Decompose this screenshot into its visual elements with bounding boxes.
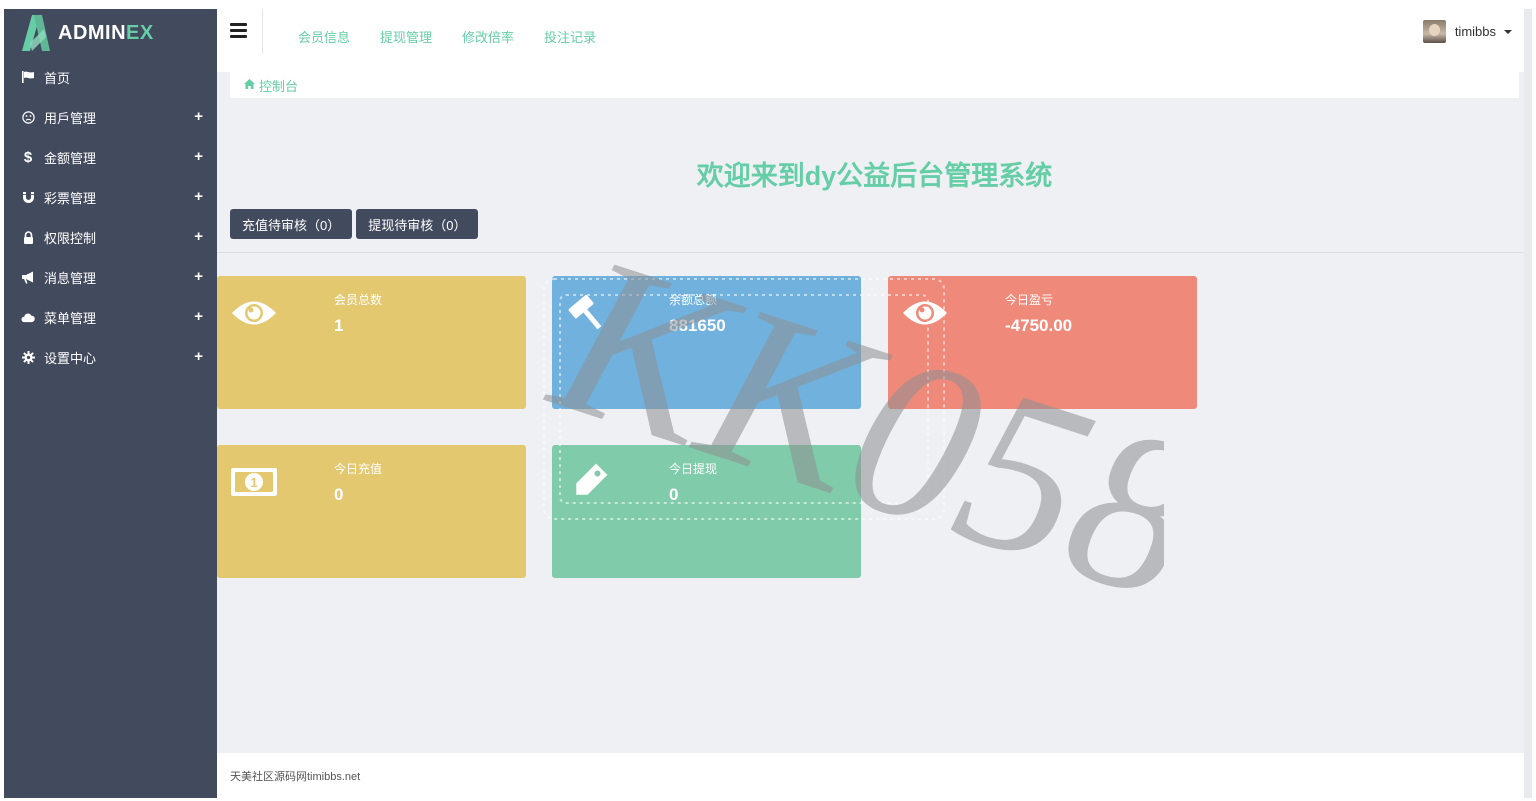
sidebar: ADMINEX 首页 用戶管理 + $ 金额管理 + 彩票管理 + 权限控制 +… — [4, 9, 217, 798]
bullhorn-icon — [21, 270, 35, 284]
avatar — [1422, 20, 1446, 43]
user-menu[interactable]: timibbs — [1422, 20, 1512, 43]
flag-icon — [21, 70, 35, 84]
page-title: 欢迎来到dy公益后台管理系统 — [696, 161, 1053, 191]
app-frame: ADMINEX 首页 用戶管理 + $ 金额管理 + 彩票管理 + 权限控制 +… — [4, 9, 1532, 798]
stat-label: 余额总额 — [669, 293, 718, 307]
top-menu-bet-records[interactable]: 投注记录 — [544, 27, 596, 46]
stat-card-today-recharge: 1 今日充值 0 — [217, 445, 526, 578]
sidebar-item-lottery[interactable]: 彩票管理 + — [4, 177, 217, 217]
sidebar-item-label: 用戶管理 — [44, 110, 97, 126]
sidebar-item-home[interactable]: 首页 — [4, 57, 217, 97]
tag-icon — [564, 461, 614, 503]
breadcrumb-dashboard[interactable]: 控制台 — [259, 76, 298, 95]
stat-card-today-profit: 今日盈亏 -4750.00 — [888, 276, 1197, 409]
sidebar-nav: 首页 用戶管理 + $ 金额管理 + 彩票管理 + 权限控制 + 消息管理 + … — [4, 57, 217, 377]
watermark-text: KK058 — [527, 205, 1164, 650]
stat-value: 0 — [334, 485, 344, 504]
home-icon — [244, 78, 255, 92]
stat-label: 今日盈亏 — [1005, 293, 1054, 307]
smile-icon — [21, 110, 35, 124]
sidebar-item-label: 彩票管理 — [44, 190, 97, 206]
menu-toggle-icon[interactable] — [230, 23, 247, 38]
pending-buttons: 充值待审核（0） 提现待审核（0） — [230, 209, 479, 239]
top-menu-member-info[interactable]: 会员信息 — [298, 27, 350, 46]
expand-icon: + — [194, 108, 203, 125]
sidebar-item-permissions[interactable]: 权限控制 + — [4, 217, 217, 257]
eye-icon — [229, 292, 279, 334]
sidebar-item-users[interactable]: 用戶管理 + — [4, 97, 217, 137]
gavel-icon — [564, 292, 614, 334]
top-menu-withdraw[interactable]: 提现管理 — [380, 27, 432, 46]
expand-icon: + — [194, 348, 203, 365]
top-menu: 会员信息 提现管理 修改倍率 投注记录 — [298, 27, 596, 46]
sidebar-item-finance[interactable]: $ 金额管理 + — [4, 137, 217, 177]
money-icon: 1 — [229, 461, 279, 503]
expand-icon: + — [194, 148, 203, 165]
stat-card-member-total: 会员总数 1 — [217, 276, 526, 409]
eye-icon — [900, 292, 950, 334]
caret-down-icon — [1504, 29, 1512, 34]
stat-value: 881650 — [669, 316, 726, 335]
sidebar-item-messages[interactable]: 消息管理 + — [4, 257, 217, 297]
breadcrumb: 控制台 — [230, 72, 1519, 98]
withdraw-pending-button[interactable]: 提现待审核（0） — [356, 209, 479, 239]
cloud-icon — [21, 310, 35, 324]
expand-icon: + — [194, 188, 203, 205]
scrollbar[interactable] — [1524, 9, 1532, 798]
gear-icon — [21, 350, 35, 364]
logo-text: ADMINEX — [58, 21, 154, 44]
sidebar-item-settings[interactable]: 设置中心 + — [4, 337, 217, 377]
stat-label: 今日充值 — [334, 462, 383, 476]
watermark-overlay: KK058 — [527, 205, 1164, 650]
sidebar-item-menus[interactable]: 菜单管理 + — [4, 297, 217, 337]
lock-icon — [21, 230, 35, 244]
stat-label: 会员总数 — [334, 293, 383, 307]
sidebar-item-label: 设置中心 — [44, 350, 97, 366]
footer: 天美社区源码网timibbs.net — [217, 753, 1532, 798]
logo[interactable]: ADMINEX — [4, 9, 217, 57]
user-name: timibbs — [1454, 24, 1496, 39]
recharge-pending-button[interactable]: 充值待审核（0） — [230, 209, 353, 239]
expand-icon: + — [194, 228, 203, 245]
stat-card-today-withdraw: 今日提现 0 — [552, 445, 861, 578]
sidebar-item-label: 权限控制 — [44, 230, 97, 246]
sidebar-item-label: 金额管理 — [44, 150, 97, 166]
logo-icon — [20, 15, 52, 51]
top-menu-multiplier[interactable]: 修改倍率 — [462, 27, 514, 46]
stat-card-balance-total: 余额总额 881650 — [552, 276, 861, 409]
magnet-icon — [21, 190, 35, 204]
stat-value: 1 — [334, 316, 344, 335]
expand-icon: + — [194, 308, 203, 325]
footer-text: 天美社区源码网timibbs.net — [230, 770, 361, 783]
sidebar-item-label: 菜单管理 — [44, 310, 97, 326]
section-divider — [217, 252, 1532, 253]
svg-text:1: 1 — [250, 475, 257, 490]
stat-label: 今日提现 — [669, 462, 718, 476]
sidebar-item-label: 消息管理 — [44, 270, 97, 286]
stat-value: -4750.00 — [1005, 316, 1073, 335]
sidebar-item-label: 首页 — [44, 70, 71, 86]
dollar-icon: $ — [23, 148, 33, 166]
top-header: 会员信息 提现管理 修改倍率 投注记录 timibbs — [217, 9, 1532, 72]
header-divider — [262, 9, 263, 54]
expand-icon: + — [194, 268, 203, 285]
stat-value: 0 — [669, 485, 679, 504]
